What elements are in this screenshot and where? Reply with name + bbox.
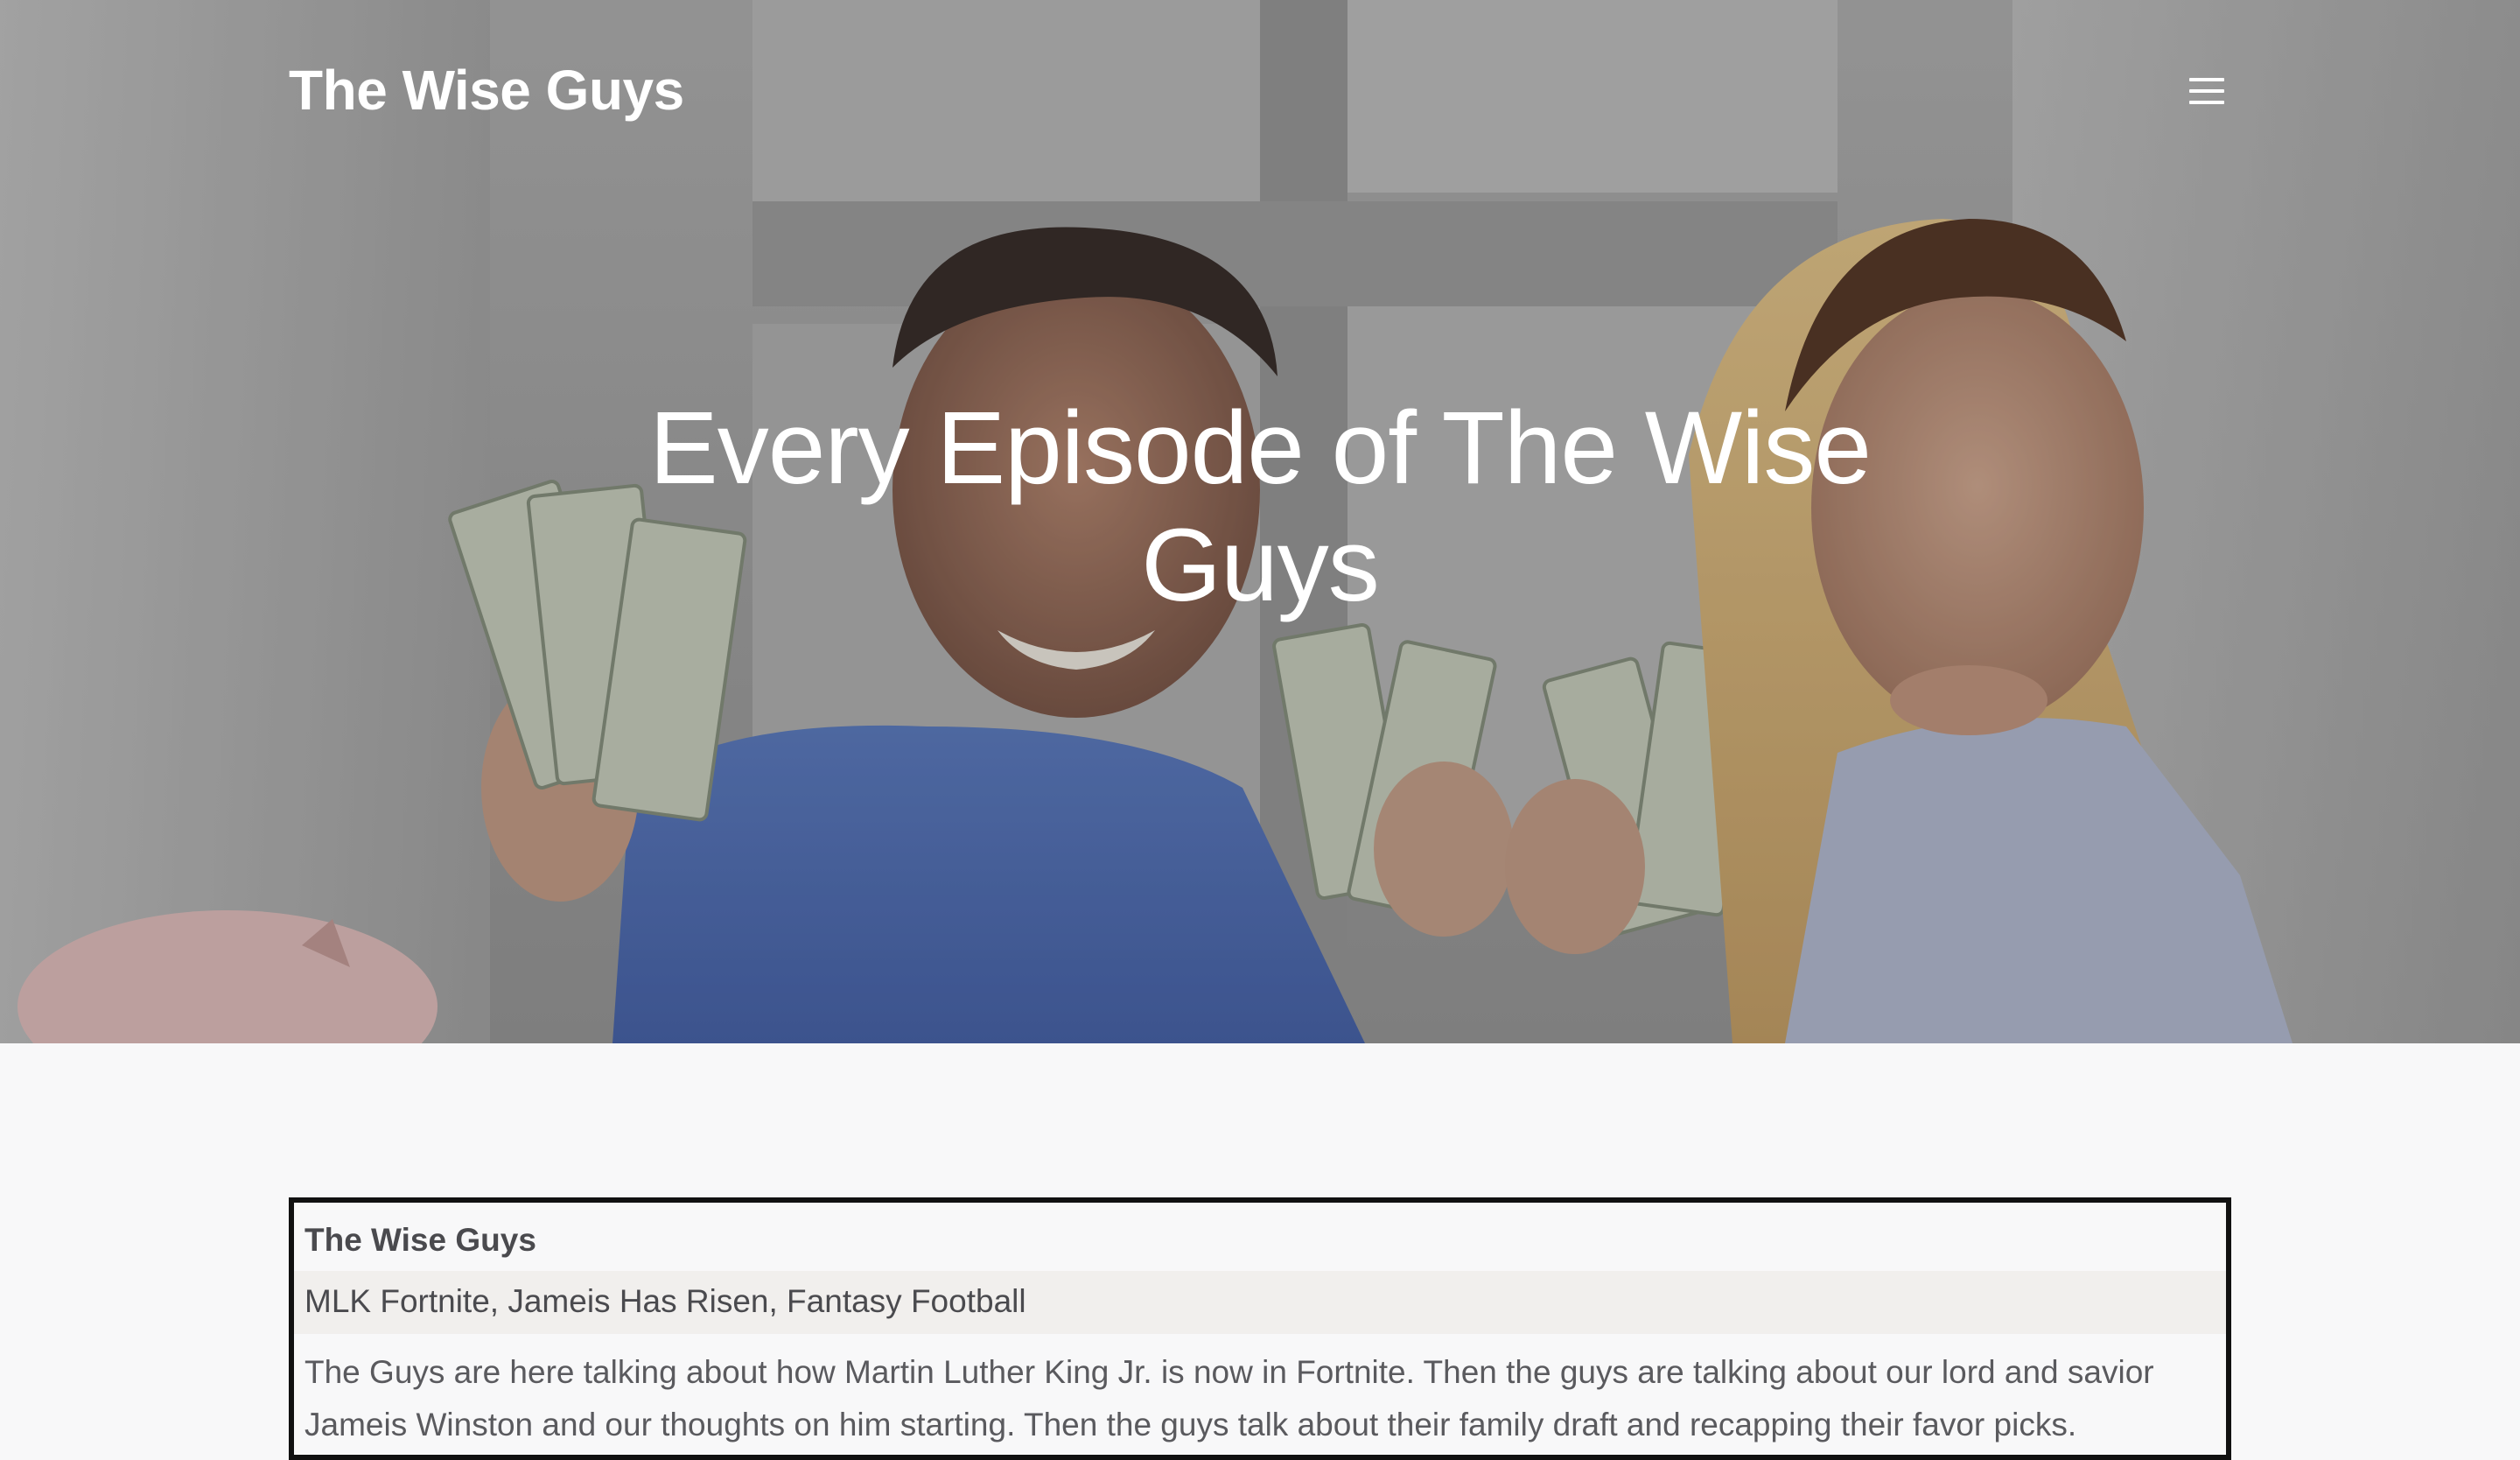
menu-bar-middle xyxy=(2189,89,2224,93)
episode-show-name: The Wise Guys xyxy=(304,1222,536,1258)
menu-bar-bottom xyxy=(2189,101,2224,104)
episode-title[interactable]: MLK Fortnite, Jameis Has Risen, Fantasy … xyxy=(294,1271,2226,1334)
hero-heading: Every Episode of The Wise Guys xyxy=(648,390,1872,623)
hero-banner: The Wise Guys Every Episode of The Wise … xyxy=(0,0,2520,1043)
site-title[interactable]: The Wise Guys xyxy=(289,58,684,123)
episode-description: The Guys are here talking about how Mart… xyxy=(304,1354,2154,1442)
episode-player: The Wise Guys MLK Fortnite, Jameis Has R… xyxy=(289,1197,2231,1460)
menu-bar-top xyxy=(2189,78,2224,81)
hamburger-menu-icon[interactable] xyxy=(2179,70,2235,114)
